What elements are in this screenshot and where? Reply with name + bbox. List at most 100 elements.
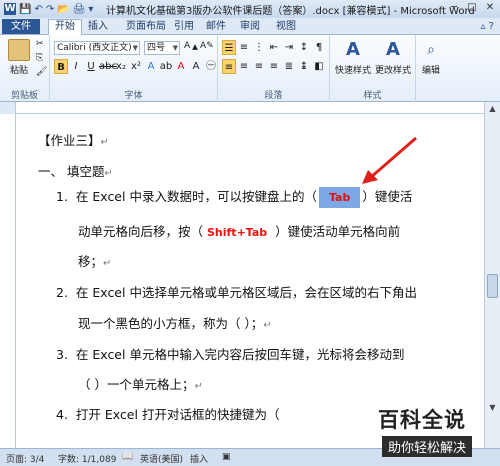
save-icon[interactable]: 💾	[19, 4, 31, 15]
language-status[interactable]: 英语(美国)	[140, 452, 183, 465]
close-button[interactable]: ✕	[482, 1, 498, 15]
clear-format-icon[interactable]: A✎	[200, 41, 214, 51]
superscript-button[interactable]: x²	[129, 59, 143, 74]
scrollbar-thumb[interactable]	[487, 274, 498, 298]
tab-references[interactable]: 引用	[174, 20, 194, 34]
question-4-line-1: 4. 打开 Excel 打开对话框的快捷键为（	[56, 407, 280, 422]
watermark-title: 百科全说	[378, 408, 466, 432]
highlight-icon[interactable]: ab	[159, 59, 173, 74]
copy-icon[interactable]: ⎘	[36, 53, 43, 63]
change-styles-icon: A	[386, 39, 400, 60]
char-shading-icon[interactable]: A	[189, 59, 203, 74]
change-styles-button[interactable]: A 更改样式	[374, 39, 412, 76]
tab-mailings[interactable]: 邮件	[206, 20, 226, 34]
enclose-char-icon[interactable]: ㊀	[204, 59, 218, 74]
vertical-scrollbar[interactable]: ▲ ▼	[484, 102, 500, 448]
answer-tab-highlight: Tab	[318, 187, 361, 208]
align-right-icon[interactable]: ≡	[252, 59, 266, 74]
decrease-indent-icon[interactable]: ⇤	[267, 40, 281, 55]
proofing-icon[interactable]: 📖	[122, 452, 133, 462]
ribbon: 粘贴 ✂ ⎘ 🖌 剪贴板 Calibri (西文正文) ▼ 四号 ▼ A ▲ A✎ B…	[0, 35, 500, 102]
underline-button[interactable]: U	[84, 59, 98, 74]
cut-icon[interactable]: ✂	[36, 39, 44, 49]
question-1-line-2: 动单元格向后移，按（ Shift+Tab ）键使活动单元格向前	[78, 224, 401, 239]
chevron-down-icon: ▼	[132, 44, 138, 52]
tab-page-layout[interactable]: 页面布局	[126, 20, 166, 34]
editing-button[interactable]: ⌕ 编辑	[418, 39, 444, 76]
format-painter-icon[interactable]: 🖌	[36, 67, 47, 77]
open-icon[interactable]: 📂	[57, 4, 69, 15]
increase-indent-icon[interactable]: ⇥	[282, 40, 296, 55]
word-logo-icon: W	[4, 3, 16, 15]
styles-group-label: 样式	[363, 91, 382, 101]
heading: 【作业三】↵	[38, 133, 109, 148]
align-left-icon[interactable]: ≡	[222, 59, 236, 74]
quick-styles-button[interactable]: A 快速样式	[334, 39, 372, 76]
ribbon-tabs: 文件 开始 插入 页面布局 引用 邮件 审阅 视图 ▵ ?	[0, 18, 500, 35]
italic-button[interactable]: I	[69, 59, 83, 74]
help-icon[interactable]: ▵ ?	[480, 21, 494, 32]
align-center-icon[interactable]: ≡	[237, 59, 251, 74]
quick-access-toolbar: W 💾 ↶ ↷ 📂 🖨 ▾	[0, 3, 93, 15]
multilevel-icon[interactable]: ⋮	[252, 40, 266, 55]
tab-insert[interactable]: 插入	[88, 20, 108, 34]
insert-mode[interactable]: 插入	[190, 452, 208, 465]
redo-icon[interactable]: ↷	[46, 4, 54, 15]
page-count[interactable]: 页面: 3/4	[6, 452, 44, 465]
bold-button[interactable]: B	[54, 59, 68, 74]
maximize-button[interactable]: □	[464, 1, 480, 15]
title-bar: W 💾 ↶ ↷ 📂 🖨 ▾ 计算机文化基础第3版办公软件课后题（答案）.docx…	[0, 0, 500, 18]
question-1-line-3: 移；↵	[78, 254, 112, 269]
font-group-label: 字体	[124, 91, 143, 101]
tab-home[interactable]: 开始	[48, 19, 82, 35]
horizontal-ruler[interactable]	[16, 102, 484, 114]
ruler-toggle[interactable]	[0, 102, 16, 114]
line-spacing-icon[interactable]: ↨	[297, 59, 311, 74]
grow-font-icon[interactable]: A ▲	[184, 41, 198, 51]
print-icon[interactable]: 🖨	[73, 4, 86, 15]
chevron-down-icon: ▼	[172, 44, 178, 52]
tab-file[interactable]: 文件	[2, 19, 40, 34]
subscript-button[interactable]: x₂	[114, 59, 128, 74]
numbering-icon[interactable]: ≡	[237, 40, 251, 55]
paragraph-group-label: 段落	[264, 91, 283, 101]
font-color-icon[interactable]: A	[174, 59, 188, 74]
question-2-line-2: 现一个黑色的小方框，称为（ ）；↵	[78, 316, 272, 331]
show-marks-icon[interactable]: ¶	[312, 40, 326, 55]
question-1-line-1: 1. 在 Excel 中录入数据时，可以按键盘上的（ Tab ）键使活	[56, 186, 412, 208]
question-2-line-1: 2. 在 Excel 中选择单元格或单元格区域后，会在区域的右下角出	[56, 285, 417, 300]
section-title: 一、 填空题↵	[38, 164, 113, 179]
question-3-line-1: 3. 在 Excel 单元格中输入完内容后按回车键，光标将会移动到	[56, 347, 405, 362]
sort-icon[interactable]: ↕	[297, 40, 311, 55]
vertical-ruler[interactable]	[0, 114, 16, 448]
word-count[interactable]: 字数: 1/1,089	[58, 452, 116, 465]
scroll-up-icon[interactable]: ▲	[487, 103, 498, 114]
paragraph-group: ☰ ≡ ⋮ ⇤ ⇥ ↕ ¶ ≡ ≡ ≡ ≡ ≣ ↨ ◧ 段落	[218, 35, 330, 102]
window-title: 计算机文化基础第3版办公软件课后题（答案）.docx [兼容模式] - Micr…	[106, 6, 475, 17]
editing-group: ⌕ 编辑	[416, 35, 446, 102]
tab-review[interactable]: 审阅	[240, 20, 260, 34]
tab-view[interactable]: 视图	[276, 20, 296, 34]
paste-icon	[8, 39, 30, 61]
quick-styles-icon: A	[346, 39, 360, 60]
answer-shift-tab: Shift+Tab	[207, 226, 268, 239]
document-page[interactable]: 【作业三】↵ 一、 填空题↵ 1. 在 Excel 中录入数据时，可以按键盘上的…	[16, 114, 484, 448]
font-name-select[interactable]: Calibri (西文正文) ▼	[54, 41, 140, 55]
justify-icon[interactable]: ≡	[267, 59, 281, 74]
customize-qat-icon[interactable]: ▾	[88, 4, 93, 15]
styles-group: A 快速样式 A 更改样式 样式	[330, 35, 416, 102]
text-effects-icon[interactable]: A	[144, 59, 158, 74]
bullets-icon[interactable]: ☰	[222, 40, 236, 55]
distributed-icon[interactable]: ≣	[282, 59, 296, 74]
paste-button[interactable]: 粘贴	[6, 39, 32, 76]
undo-icon[interactable]: ↶	[34, 4, 42, 15]
macro-icon[interactable]: ▣	[222, 452, 231, 462]
minimize-button[interactable]: ─	[446, 1, 462, 15]
font-group: Calibri (西文正文) ▼ 四号 ▼ A ▲ A✎ B I U abc x₂ x…	[50, 35, 218, 102]
binoculars-icon: ⌕	[427, 42, 435, 58]
shading-icon[interactable]: ◧	[312, 59, 326, 74]
question-3-line-2: （ ）一个单元格上；↵	[78, 377, 203, 392]
clipboard-group-label: 剪贴板	[10, 91, 38, 101]
font-size-select[interactable]: 四号 ▼	[144, 41, 180, 55]
strikethrough-button[interactable]: abc	[99, 59, 117, 74]
